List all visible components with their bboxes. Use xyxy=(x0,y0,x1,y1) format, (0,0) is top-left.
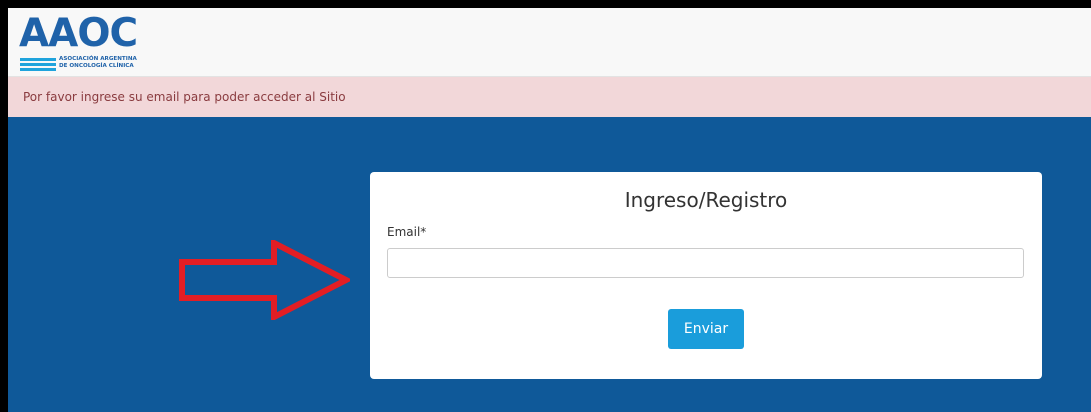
aaoc-logo[interactable]: AAOC ASOCIACIÓN ARGENTINA DE ONCOLOGÍA C… xyxy=(19,12,149,73)
email-input[interactable] xyxy=(387,248,1024,278)
logo-subtitle: ASOCIACIÓN ARGENTINA DE ONCOLOGÍA CLÍNIC… xyxy=(59,56,137,70)
login-title: Ingreso/Registro xyxy=(624,188,788,212)
submit-button[interactable]: Enviar xyxy=(668,309,744,349)
login-card: Ingreso/Registro Email* Enviar xyxy=(370,172,1042,379)
page-frame: AAOC ASOCIACIÓN ARGENTINA DE ONCOLOGÍA C… xyxy=(8,8,1091,412)
logo-stripes-icon xyxy=(20,58,56,73)
logo-subtitle-line2: DE ONCOLOGÍA CLÍNICA xyxy=(59,62,134,69)
email-label: Email* xyxy=(387,225,427,239)
site-header: AAOC ASOCIACIÓN ARGENTINA DE ONCOLOGÍA C… xyxy=(8,8,1091,77)
right-arrow-outline-icon xyxy=(179,240,350,320)
logo-subtitle-line1: ASOCIACIÓN ARGENTINA xyxy=(59,56,137,62)
access-alert: Por favor ingrese su email para poder ac… xyxy=(8,77,1091,117)
logo-wordmark: AAOC xyxy=(19,11,138,56)
